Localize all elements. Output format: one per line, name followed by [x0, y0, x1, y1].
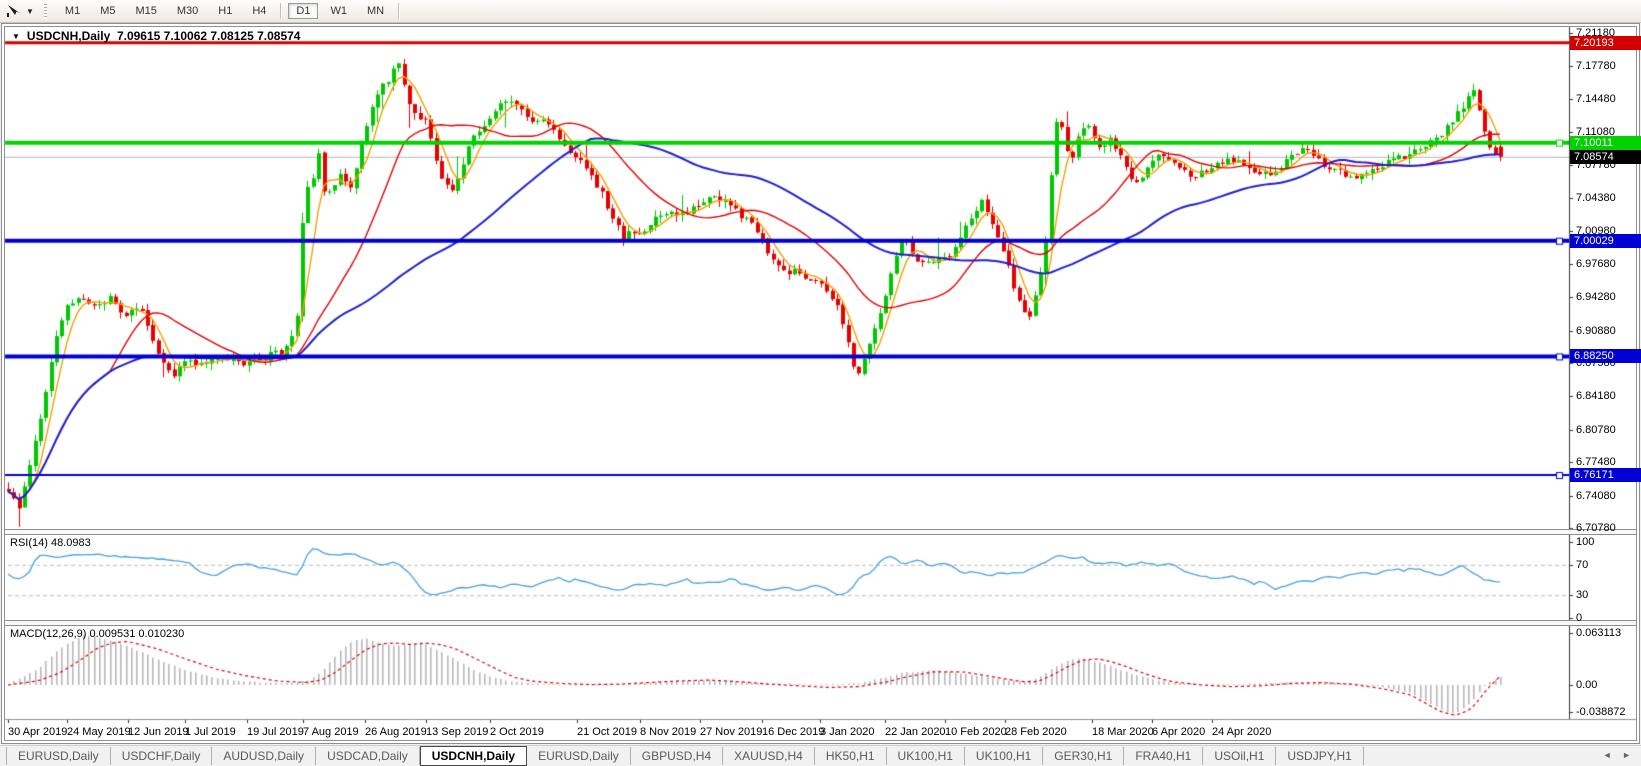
date-label: 2 Oct 2019	[490, 726, 544, 738]
date-label: 8 Nov 2019	[640, 726, 696, 738]
price-tick-label: 7.17780	[1576, 60, 1616, 72]
macd-tick-label: -0.038872	[1576, 706, 1626, 718]
tabs-scroll-right-icon[interactable]: ►	[1622, 750, 1635, 760]
date-label: 6 Apr 2020	[1152, 726, 1205, 738]
date-label: 28 Feb 2020	[1005, 726, 1067, 738]
rsi-tick-label: 70	[1576, 559, 1588, 571]
price-tick-label: 6.84180	[1576, 390, 1616, 402]
date-label: 27 Nov 2019	[700, 726, 762, 738]
hline-price-badge: 6.76171	[1570, 468, 1641, 482]
price-tick-label: 7.14480	[1576, 93, 1616, 105]
date-label: 18 Mar 2020	[1092, 726, 1154, 738]
price-tick-label: 6.80780	[1576, 424, 1616, 436]
hline-price-badge: 7.10011	[1570, 136, 1641, 150]
rsi-tick-label: 30	[1576, 589, 1588, 601]
price-tick-label: 6.94280	[1576, 291, 1616, 303]
date-label: 30 Apr 2019	[8, 726, 67, 738]
price-tick-label: 6.74080	[1576, 490, 1616, 502]
hline-price-badge: 6.88250	[1570, 349, 1641, 363]
date-label: 22 Jan 2020	[885, 726, 946, 738]
rsi-tick-label: 100	[1576, 536, 1594, 548]
date-label: 24 Apr 2020	[1212, 726, 1271, 738]
chart-symbol-label: USDCNH,Daily	[27, 29, 110, 43]
rsi-label: RSI(14) 48.0983	[10, 537, 91, 549]
macd-label: MACD(12,26,9) 0.009531 0.010230	[10, 628, 184, 640]
date-label: 21 Oct 2019	[577, 726, 637, 738]
date-label: 12 Jun 2019	[128, 726, 189, 738]
chart-title: ▼ USDCNH,Daily 7.09615 7.10062 7.08125 7.…	[12, 29, 300, 43]
date-label: 3 Jan 2020	[820, 726, 874, 738]
rsi-tick-label: 0	[1576, 612, 1582, 624]
hline-price-badge: 7.00029	[1570, 234, 1641, 248]
date-label: 16 Dec 2019	[762, 726, 824, 738]
terminal-root: ▼ M1M5M15M30H1H4D1W1MN ▼USDCNH,Daily 7.0…	[0, 0, 1641, 766]
price-tick-label: 6.70780	[1576, 522, 1616, 534]
macd-tick-label: 0.063113	[1576, 627, 1621, 639]
price-tick-label: 7.04380	[1576, 192, 1616, 204]
price-tick-label: 6.77480	[1576, 456, 1616, 468]
rsi-pane-splitter[interactable]	[5, 529, 1636, 535]
date-label: 19 Jul 2019	[247, 726, 304, 738]
date-label: 1 Jul 2019	[185, 726, 236, 738]
hline-price-badge: 7.20193	[1570, 36, 1641, 50]
macd-pane-splitter[interactable]	[5, 620, 1636, 626]
hline-price-badge: 7.08574	[1570, 150, 1641, 164]
date-label: 24 May 2019	[67, 726, 131, 738]
symbol-dropdown-icon[interactable]: ▼	[12, 32, 20, 41]
chart-ohlc-values: 7.09615 7.10062 7.08125 7.08574	[117, 29, 301, 43]
date-label: 26 Aug 2019	[365, 726, 427, 738]
price-tick-label: 6.97680	[1576, 258, 1616, 270]
date-label: 13 Sep 2019	[426, 726, 488, 738]
price-tick-label: 6.90880	[1576, 325, 1616, 337]
tabs-scroll-left-icon[interactable]: ◄	[1603, 750, 1616, 760]
date-label: 7 Aug 2019	[303, 726, 359, 738]
macd-tick-label: 0.00	[1576, 679, 1597, 691]
tab-scroll-nav: ◄ ►	[1603, 750, 1635, 760]
date-label: 10 Feb 2020	[945, 726, 1007, 738]
chart-canvas[interactable]	[0, 0, 1641, 766]
